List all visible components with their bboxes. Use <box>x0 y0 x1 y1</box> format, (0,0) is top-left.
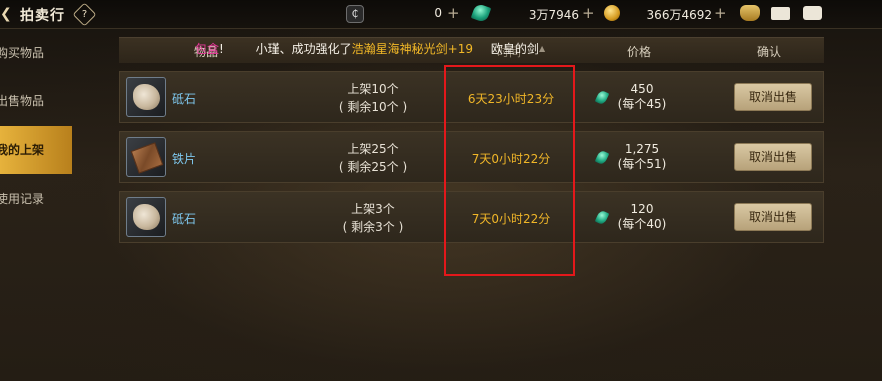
sidebar-item-my-listings[interactable]: 我的上架 <box>0 126 72 174</box>
sidebar-item-label: 使用记录 <box>0 192 45 206</box>
stone-icon <box>133 84 160 110</box>
price: 120 (每个40) <box>612 202 672 232</box>
remaining-count: ( 剩余10个 ) <box>338 100 408 114</box>
remaining-count: ( 剩余3个 ) <box>342 220 404 234</box>
total-price: 1,275 <box>624 142 660 156</box>
help-icon: ? <box>81 9 88 20</box>
cancel-sale-button[interactable]: 取消出售 <box>734 143 812 171</box>
back-arrow-icon[interactable]: ❮ <box>0 6 14 22</box>
listed-count: 上架25个 <box>347 142 399 156</box>
gold-amount: 366万4692 <box>646 8 712 22</box>
jade-icon <box>594 89 610 106</box>
coupon-add-button[interactable]: + <box>447 4 460 22</box>
sidebar-item-buy[interactable]: 购买物品 <box>0 30 72 76</box>
item-thumbnail[interactable] <box>126 197 166 237</box>
jade-icon <box>470 2 492 24</box>
price: 450 (每个45) <box>612 82 672 112</box>
header-price: 价格 <box>627 45 652 59</box>
help-button[interactable]: ? <box>72 2 97 27</box>
sidebar-item-label: 出售物品 <box>0 94 45 108</box>
item-thumbnail[interactable] <box>126 137 166 177</box>
total-price: 450 <box>630 82 654 96</box>
stone-icon <box>133 204 160 230</box>
gold-add-button[interactable]: + <box>714 4 727 22</box>
top-bar: ❮ 拍卖行 ? ₵ 0 + 3万7946 + 366万4692 + <box>0 0 882 29</box>
page-title: 拍卖行 <box>20 8 65 24</box>
sidebar-item-sell[interactable]: 出售物品 <box>0 78 72 124</box>
jade-amount: 3万7946 <box>528 8 579 22</box>
item-name: 砥石 <box>172 212 197 226</box>
ticker-text-c: 欧皇的剑 <box>490 42 539 56</box>
broadcast-ticker: 包盒! 小瑾、成功强化了浩瀚星海神秘光剑+19 欧皇的剑 <box>195 40 539 58</box>
sidebar-item-records[interactable]: 使用记录 <box>0 176 72 222</box>
item-name: 砥石 <box>172 92 197 106</box>
highlight-box <box>444 65 575 276</box>
listed-count: 上架3个 <box>351 202 395 216</box>
price: 1,275 (每个51) <box>612 142 672 172</box>
bag-icon[interactable] <box>740 5 760 21</box>
item-thumbnail[interactable] <box>126 77 166 117</box>
chat-icon[interactable] <box>803 6 822 20</box>
jade-icon <box>594 149 610 166</box>
iron-plate-icon <box>130 142 164 174</box>
jade-currency: 3万7946 + <box>470 2 595 24</box>
gold-icon <box>604 5 620 21</box>
unit-price: (每个45) <box>617 97 667 111</box>
sidebar-item-label: 购买物品 <box>0 46 45 60</box>
ticker-text-a: 小瑾、成功强化了 <box>255 42 352 56</box>
remaining-count: ( 剩余25个 ) <box>338 160 408 174</box>
gold-currency: 366万4692 + <box>604 4 727 23</box>
ticker-bang: ! <box>219 42 224 56</box>
coupon-currency: ₵ 0 + <box>346 4 461 23</box>
jade-icon <box>594 209 610 226</box>
total-price: 120 <box>630 202 654 216</box>
listed-count: 上架10个 <box>347 82 399 96</box>
cancel-sale-button[interactable]: 取消出售 <box>734 83 812 111</box>
sort-arrow-icon[interactable]: ▲ <box>539 44 545 53</box>
mail-icon[interactable] <box>771 7 790 20</box>
jade-add-button[interactable]: + <box>582 4 595 22</box>
unit-price: (每个40) <box>617 217 667 231</box>
header-confirm: 确认 <box>757 45 782 59</box>
cancel-sale-button[interactable]: 取消出售 <box>734 203 812 231</box>
unit-price: (每个51) <box>617 157 667 171</box>
coupon-icon: ₵ <box>346 5 364 23</box>
sidebar-item-label: 我的上架 <box>0 143 45 157</box>
ticker-item: 浩瀚星海神秘光剑+19 <box>351 42 473 56</box>
coupon-amount: 0 <box>434 6 442 20</box>
ticker-name: 包盒 <box>195 42 220 56</box>
item-name: 铁片 <box>172 152 197 166</box>
